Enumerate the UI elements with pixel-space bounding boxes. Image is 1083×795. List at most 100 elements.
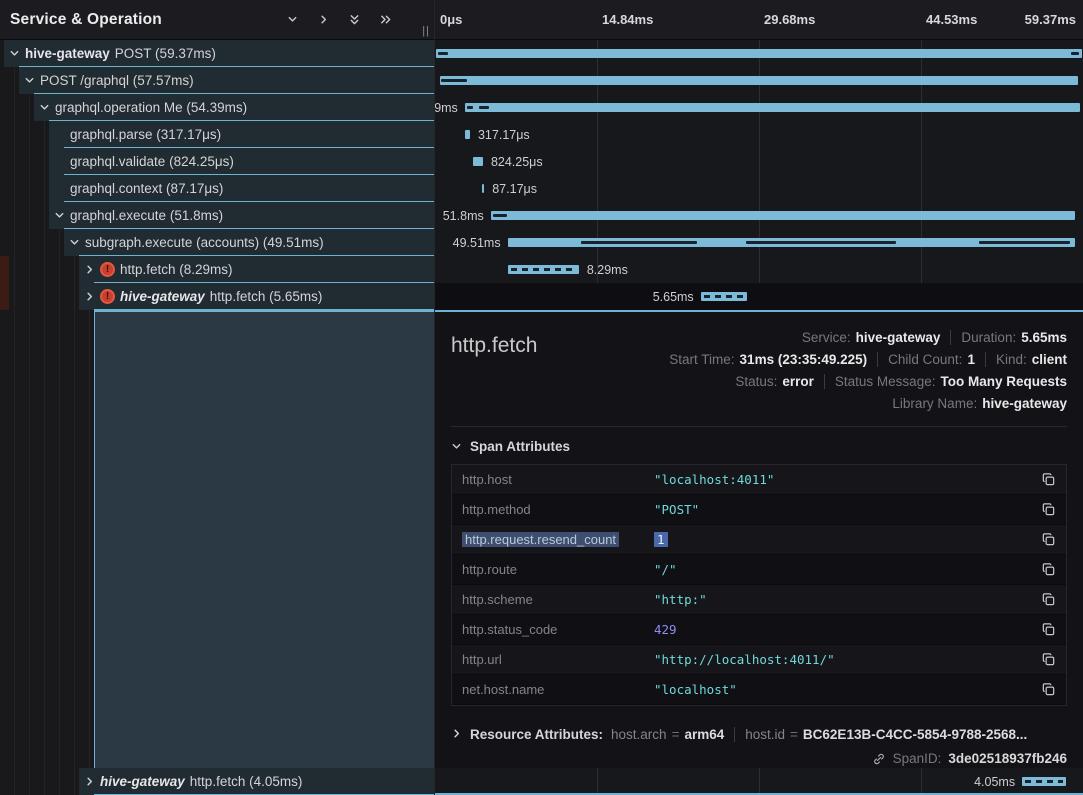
span-tree-row[interactable]: graphql.parse (317.17μs): [0, 121, 434, 148]
time-tick-label: 14.84ms: [602, 12, 653, 27]
meta-item: Status Message:Too Many Requests: [835, 374, 1067, 389]
span-bar[interactable]: [508, 265, 579, 274]
attribute-row[interactable]: http.request.resend_count1: [452, 525, 1066, 555]
chevron-right-icon[interactable]: [312, 9, 334, 31]
divider: [877, 352, 878, 367]
copy-icon[interactable]: [1034, 652, 1056, 667]
panel-title: Service & Operation: [10, 11, 162, 29]
timeline-row[interactable]: 87.17μs: [435, 175, 1083, 202]
span-duration-label: 87.17μs: [492, 182, 537, 196]
span-tree-row[interactable]: graphql.operation Me (54.39ms): [0, 94, 434, 121]
copy-icon[interactable]: [1034, 562, 1056, 577]
tree-toolbar: [281, 9, 424, 31]
span-tree-row[interactable]: !http.fetch (8.29ms): [0, 256, 434, 283]
span-tree-row[interactable]: hive-gateway http.fetch (4.05ms): [0, 768, 434, 795]
meta-item: Duration:5.65ms: [961, 330, 1067, 345]
span-label: http.fetch (4.05ms): [190, 774, 303, 789]
meta-value: 1: [967, 352, 975, 367]
timeline-row[interactable]: 51.8ms: [435, 202, 1083, 229]
span-tree-row[interactable]: hive-gatewayPOST (59.37ms): [0, 40, 434, 67]
span-bar[interactable]: [440, 76, 1078, 85]
resource-attributes-title: Resource Attributes:: [470, 727, 603, 742]
timeline-row[interactable]: 5.65ms: [435, 283, 1083, 310]
span-duration-label: 8.29ms: [587, 263, 628, 277]
panel-resize-handle[interactable]: ||: [422, 25, 430, 37]
time-tick-label: 0μs: [440, 12, 462, 27]
selected-text: 1: [654, 532, 668, 547]
child-span-mark: [467, 106, 473, 109]
chevron-right-icon[interactable]: [83, 291, 95, 302]
timeline-row[interactable]: 57.57ms: [435, 67, 1083, 94]
meta-value: Too Many Requests: [940, 374, 1067, 389]
span-bar[interactable]: [482, 184, 485, 193]
chevron-right-icon[interactable]: [83, 776, 95, 787]
span-bar[interactable]: [473, 157, 483, 166]
timeline-row[interactable]: 4.05ms: [435, 768, 1083, 795]
copy-icon[interactable]: [1034, 502, 1056, 517]
attribute-row[interactable]: http.url"http://localhost:4011/": [452, 645, 1066, 675]
meta-label: Status:: [735, 374, 777, 389]
chevron-down-icon[interactable]: [53, 210, 65, 221]
span-row-content: hive-gatewayPOST (59.37ms): [0, 40, 434, 67]
error-icon: !: [100, 289, 115, 304]
chevron-down-icon[interactable]: [68, 237, 80, 248]
span-duration-label: 54.39ms: [435, 101, 458, 115]
attribute-row[interactable]: http.method"POST": [452, 495, 1066, 525]
span-bar[interactable]: [465, 103, 1080, 112]
meta-value: 5.65ms: [1021, 330, 1067, 345]
timeline-row[interactable]: 317.17μs: [435, 121, 1083, 148]
chevron-right-icon[interactable]: [83, 264, 95, 275]
span-tree-row[interactable]: !hive-gatewayhttp.fetch (5.65ms): [0, 283, 434, 310]
span-duration-label: 49.51ms: [453, 236, 501, 250]
span-tree-row[interactable]: subgraph.execute (accounts) (49.51ms): [0, 229, 434, 256]
attribute-row[interactable]: http.scheme"http:": [452, 585, 1066, 615]
chevrons-right-icon[interactable]: [374, 9, 396, 31]
meta-line: Library Name:hive-gateway: [892, 392, 1067, 414]
child-span-mark: [979, 241, 1070, 244]
span-tree-row[interactable]: graphql.execute (51.8ms): [0, 202, 434, 229]
span-bar[interactable]: [465, 130, 470, 139]
timeline-row[interactable]: 8.29ms: [435, 256, 1083, 283]
timeline-row[interactable]: 824.25μs: [435, 148, 1083, 175]
chevrons-down-icon[interactable]: [343, 9, 365, 31]
span-bar[interactable]: [436, 49, 1081, 58]
timeline-row[interactable]: 49.51ms: [435, 229, 1083, 256]
meta-line: Service:hive-gatewayDuration:5.65ms: [802, 326, 1067, 348]
span-bar[interactable]: [701, 292, 747, 301]
span-tree-row[interactable]: POST /graphql (57.57ms): [0, 67, 434, 94]
copy-icon[interactable]: [1034, 472, 1056, 487]
copy-icon[interactable]: [1034, 622, 1056, 637]
span-row-content: graphql.validate (824.25μs): [0, 148, 434, 175]
attribute-row[interactable]: http.route"/": [452, 555, 1066, 585]
service-name: hive-gateway: [100, 774, 185, 789]
attribute-row[interactable]: http.host"localhost:4011": [452, 465, 1066, 495]
span-bar[interactable]: [491, 211, 1075, 220]
timeline-row[interactable]: 59.37ms: [435, 40, 1083, 67]
attribute-value: 1: [654, 532, 1034, 547]
meta-item: Kind:client: [996, 352, 1067, 367]
copy-icon[interactable]: [1034, 682, 1056, 697]
attribute-value: "http:": [654, 592, 1034, 607]
resource-attributes[interactable]: Resource Attributes: host.arch=arm64host…: [451, 727, 1067, 742]
timeline-row[interactable]: 54.39ms: [435, 94, 1083, 121]
divider: [824, 374, 825, 389]
attribute-row[interactable]: net.host.name"localhost": [452, 675, 1066, 705]
link-icon[interactable]: [872, 752, 886, 766]
copy-icon[interactable]: [1034, 592, 1056, 607]
span-row-content: !http.fetch (8.29ms): [0, 256, 434, 283]
details-header: http.fetch Service:hive-gatewayDuration:…: [451, 326, 1067, 414]
copy-icon[interactable]: [1034, 532, 1056, 547]
attribute-row[interactable]: http.status_code429: [452, 615, 1066, 645]
span-attributes-title: Span Attributes: [470, 439, 570, 454]
meta-value: 31ms (23:35:49.225): [740, 352, 868, 367]
chevron-down-icon[interactable]: [23, 75, 35, 86]
span-attributes-header[interactable]: Span Attributes: [451, 439, 1067, 454]
chevron-down-icon[interactable]: [281, 9, 303, 31]
attribute-value: "POST": [654, 502, 1034, 517]
chevron-down-icon[interactable]: [8, 48, 20, 59]
span-tree-row[interactable]: graphql.context (87.17μs): [0, 175, 434, 202]
span-bar[interactable]: [1022, 777, 1066, 786]
span-row-content: graphql.operation Me (54.39ms): [0, 94, 434, 121]
span-tree-row[interactable]: graphql.validate (824.25μs): [0, 148, 434, 175]
chevron-down-icon[interactable]: [38, 102, 50, 113]
